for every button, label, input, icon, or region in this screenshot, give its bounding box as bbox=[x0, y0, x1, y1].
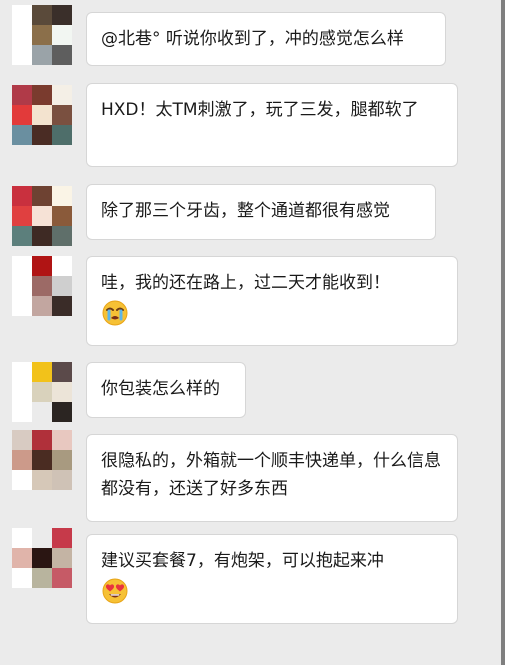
message-bubble[interactable]: HXD！太TM刺激了，玩了三发，腿都软了 bbox=[86, 83, 458, 167]
avatar-pixel bbox=[32, 5, 52, 25]
message-text: 哇，我的还在路上，过二天才能收到！ bbox=[101, 273, 390, 293]
avatar-pixel bbox=[52, 45, 72, 65]
avatar-pixel bbox=[32, 548, 52, 568]
avatar-pixel bbox=[52, 206, 72, 226]
chat-message: 你包装怎么样的 bbox=[0, 356, 500, 426]
avatar-pixel bbox=[32, 105, 52, 125]
avatar-pixel bbox=[32, 206, 52, 226]
avatar-pixel bbox=[52, 25, 72, 45]
message-text: @北巷° 听说你收到了，冲的感觉怎么样 bbox=[101, 29, 404, 49]
avatar-pixel bbox=[12, 206, 32, 226]
avatar-pixel bbox=[12, 548, 32, 568]
avatar-pixel bbox=[52, 470, 72, 490]
message-bubble[interactable]: 很隐私的，外箱就一个顺丰快递单，什么信息都没有，还送了好多东西 bbox=[86, 434, 458, 522]
message-bubble[interactable]: 哇，我的还在路上，过二天才能收到！ bbox=[86, 256, 458, 346]
avatar[interactable] bbox=[12, 362, 72, 422]
avatar-pixel bbox=[12, 45, 32, 65]
avatar-pixel bbox=[52, 548, 72, 568]
avatar-pixel bbox=[12, 296, 32, 316]
avatar-pixel bbox=[12, 362, 32, 382]
avatar-pixel bbox=[12, 226, 32, 246]
avatar-pixel bbox=[12, 402, 32, 422]
avatar-pixel bbox=[52, 5, 72, 25]
avatar-pixel bbox=[32, 528, 52, 548]
avatar-pixel bbox=[52, 256, 72, 276]
avatar-pixel bbox=[32, 256, 52, 276]
avatar-pixel bbox=[52, 226, 72, 246]
message-text: 除了那三个牙齿，整个通道都很有感觉 bbox=[101, 201, 390, 221]
avatar-pixel bbox=[52, 402, 72, 422]
message-bubble[interactable]: 除了那三个牙齿，整个通道都很有感觉 bbox=[86, 184, 436, 240]
avatar-pixel bbox=[12, 25, 32, 45]
avatar[interactable] bbox=[12, 186, 72, 246]
avatar-pixel bbox=[12, 568, 32, 588]
avatar-pixel bbox=[52, 105, 72, 125]
avatar-pixel bbox=[32, 470, 52, 490]
message-text: HXD！太TM刺激了，玩了三发，腿都软了 bbox=[101, 100, 419, 120]
avatar-pixel bbox=[52, 528, 72, 548]
avatar-pixel bbox=[52, 125, 72, 145]
avatar-pixel bbox=[32, 45, 52, 65]
avatar-pixel bbox=[32, 568, 52, 588]
avatar-pixel bbox=[12, 105, 32, 125]
chat-message: 除了那三个牙齿，整个通道都很有感觉 bbox=[0, 182, 500, 252]
avatar-pixel bbox=[12, 256, 32, 276]
chat-message: 很隐私的，外箱就一个顺丰快递单，什么信息都没有，还送了好多东西 bbox=[0, 428, 500, 528]
avatar-pixel bbox=[52, 450, 72, 470]
heart-eyes-emoji bbox=[102, 578, 128, 604]
avatar-pixel bbox=[12, 382, 32, 402]
avatar-pixel bbox=[32, 276, 52, 296]
avatar-pixel bbox=[52, 568, 72, 588]
avatar-pixel bbox=[12, 528, 32, 548]
message-bubble[interactable]: 建议买套餐7，有炮架，可以抱起来冲 bbox=[86, 534, 458, 624]
avatar[interactable] bbox=[12, 256, 72, 316]
avatar-pixel bbox=[52, 382, 72, 402]
avatar-pixel bbox=[12, 186, 32, 206]
avatar[interactable] bbox=[12, 528, 72, 588]
avatar-pixel bbox=[32, 296, 52, 316]
avatar-pixel bbox=[52, 85, 72, 105]
avatar-pixel bbox=[52, 186, 72, 206]
avatar-pixel bbox=[12, 450, 32, 470]
avatar-pixel bbox=[52, 362, 72, 382]
avatar[interactable] bbox=[12, 430, 72, 490]
message-text: 建议买套餐7，有炮架，可以抱起来冲 bbox=[101, 551, 384, 571]
avatar-pixel bbox=[12, 276, 32, 296]
avatar-pixel bbox=[12, 125, 32, 145]
message-text: 你包装怎么样的 bbox=[101, 379, 220, 399]
avatar-pixel bbox=[32, 450, 52, 470]
message-text: 很隐私的，外箱就一个顺丰快递单，什么信息都没有，还送了好多东西 bbox=[101, 451, 441, 499]
avatar-pixel bbox=[32, 402, 52, 422]
avatar-pixel bbox=[32, 85, 52, 105]
avatar-pixel bbox=[32, 125, 52, 145]
avatar-pixel bbox=[32, 362, 52, 382]
chat-message: 建议买套餐7，有炮架，可以抱起来冲 bbox=[0, 528, 500, 628]
chat-message: @北巷° 听说你收到了，冲的感觉怎么样 bbox=[0, 0, 500, 78]
message-bubble[interactable]: @北巷° 听说你收到了，冲的感觉怎么样 bbox=[86, 12, 446, 66]
avatar-pixel bbox=[12, 430, 32, 450]
avatar-pixel bbox=[52, 276, 72, 296]
avatar-pixel bbox=[32, 226, 52, 246]
avatar-pixel bbox=[32, 430, 52, 450]
chat-message: HXD！太TM刺激了，玩了三发，腿都软了 bbox=[0, 80, 500, 180]
avatar-pixel bbox=[32, 186, 52, 206]
avatar-pixel bbox=[12, 470, 32, 490]
avatar[interactable] bbox=[12, 85, 72, 145]
avatar-pixel bbox=[12, 85, 32, 105]
crying-emoji bbox=[102, 300, 128, 326]
avatar[interactable] bbox=[12, 5, 72, 65]
avatar-pixel bbox=[32, 382, 52, 402]
message-bubble[interactable]: 你包装怎么样的 bbox=[86, 362, 246, 418]
window-right-edge bbox=[501, 0, 505, 665]
chat-message: 哇，我的还在路上，过二天才能收到！ bbox=[0, 253, 500, 353]
avatar-pixel bbox=[12, 5, 32, 25]
avatar-pixel bbox=[32, 25, 52, 45]
avatar-pixel bbox=[52, 296, 72, 316]
avatar-pixel bbox=[52, 430, 72, 450]
